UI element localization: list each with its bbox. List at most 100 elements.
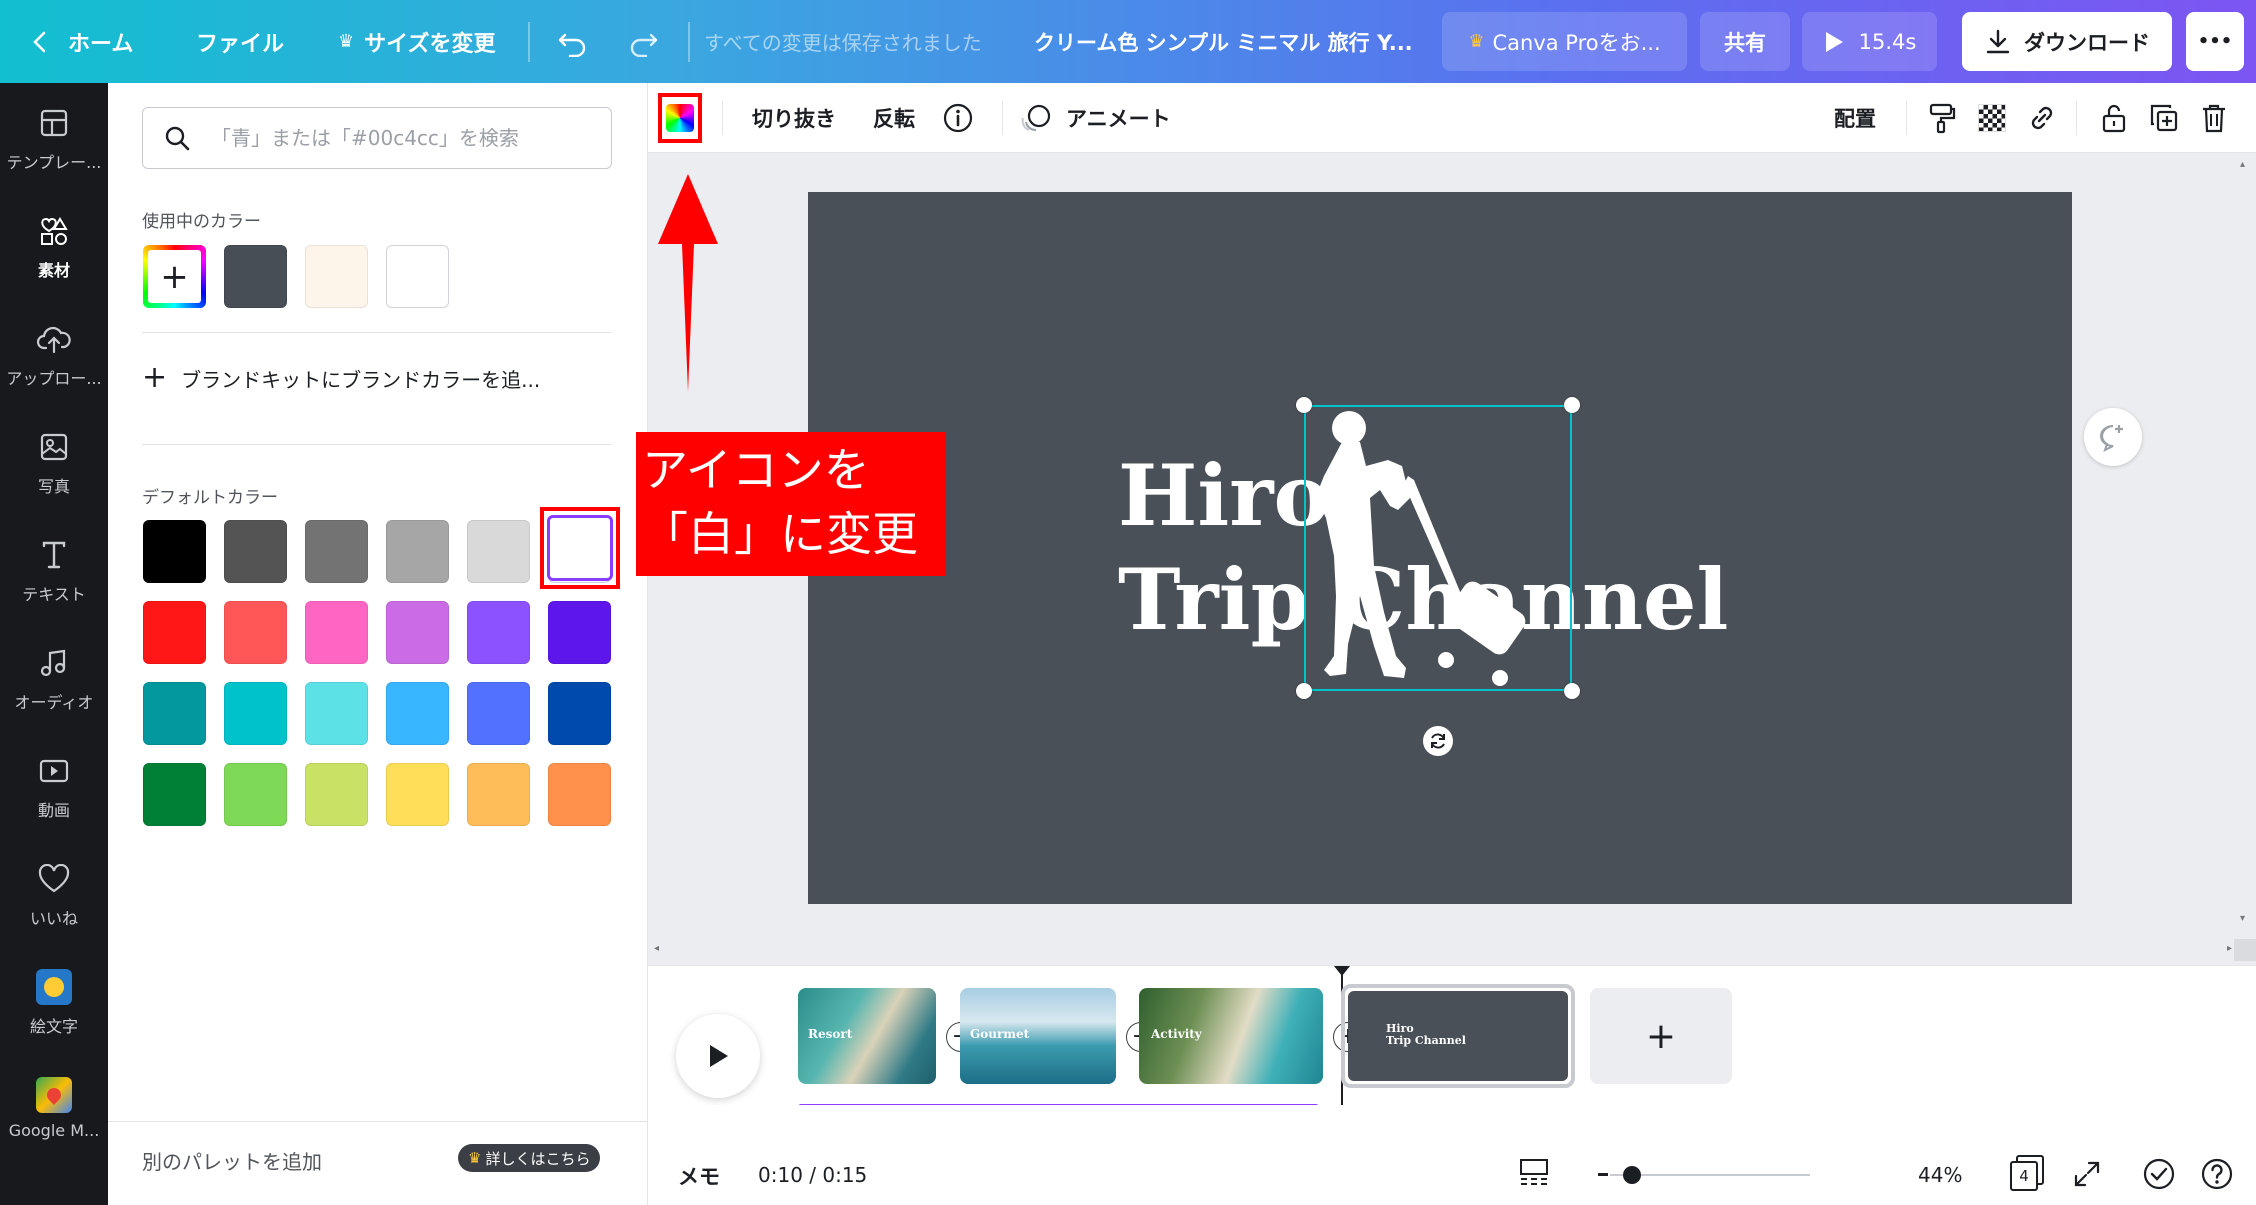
rail-item-elements[interactable]: 素材 xyxy=(0,191,108,291)
help-button[interactable] xyxy=(2200,1157,2234,1191)
in-use-color-swatch[interactable] xyxy=(305,245,368,308)
scroll-corner xyxy=(2234,939,2256,961)
position-button[interactable]: 配置 xyxy=(1834,83,1876,153)
document-title[interactable]: クリーム色 シンプル ミニマル 旅行 Y... xyxy=(1034,0,1413,83)
delete-button[interactable] xyxy=(2196,100,2232,136)
notes-button[interactable]: メモ xyxy=(678,1161,720,1191)
default-color-swatch[interactable] xyxy=(143,682,206,745)
timeline-page-3[interactable]: Activity xyxy=(1139,988,1323,1084)
color-search-input[interactable] xyxy=(209,125,589,151)
default-color-swatch[interactable] xyxy=(386,682,449,745)
default-color-swatch[interactable] xyxy=(305,682,368,745)
rail-item-videos[interactable]: 動画 xyxy=(0,731,108,831)
check-circle-icon xyxy=(2143,1158,2175,1190)
scroll-up-arrow[interactable]: ▴ xyxy=(2240,159,2250,170)
animate-button[interactable]: アニメート xyxy=(1018,83,1171,153)
page-count-button[interactable]: 4 xyxy=(2010,1155,2044,1191)
time-display: 0:10 / 0:15 xyxy=(758,1163,868,1187)
default-color-swatch[interactable] xyxy=(548,763,611,826)
fullscreen-button[interactable] xyxy=(2072,1159,2102,1189)
rotate-icon xyxy=(1431,733,1445,749)
default-color-swatch[interactable] xyxy=(224,520,287,583)
default-color-swatch[interactable] xyxy=(224,682,287,745)
info-button[interactable] xyxy=(940,100,976,136)
link-icon xyxy=(2031,106,2053,130)
transparency-button[interactable] xyxy=(1974,100,2010,136)
resize-handle[interactable] xyxy=(1296,683,1312,699)
check-button[interactable] xyxy=(2142,1157,2176,1191)
default-color-swatch[interactable] xyxy=(305,601,368,664)
file-menu[interactable]: ファイル xyxy=(196,0,284,83)
scroll-right-arrow[interactable]: ▸ xyxy=(2227,943,2232,954)
undo-button[interactable] xyxy=(556,0,590,83)
default-color-swatch[interactable] xyxy=(548,682,611,745)
add-palette-button[interactable]: 別のパレットを追加 xyxy=(142,1146,322,1175)
timeline-page-2[interactable]: Gourmet xyxy=(960,988,1116,1084)
add-brand-color-button[interactable]: + ブランドキットにブランドカラーを追... xyxy=(142,358,540,398)
rotate-handle[interactable] xyxy=(1423,726,1453,756)
link-button[interactable] xyxy=(2024,100,2060,136)
download-button[interactable]: ダウンロード xyxy=(1962,12,2172,71)
timeline-play-button[interactable] xyxy=(676,1014,760,1098)
learn-more-badge[interactable]: ♛ 詳しくはこちら xyxy=(458,1144,601,1172)
add-comment-button[interactable] xyxy=(2084,408,2142,466)
grid-view-button[interactable] xyxy=(1518,1157,1550,1187)
rail-item-audio[interactable]: オーディオ xyxy=(0,623,108,723)
default-color-swatch[interactable] xyxy=(548,601,611,664)
timeline-page-4-selected[interactable]: Hiro Trip Channel xyxy=(1341,984,1575,1088)
default-color-swatch[interactable] xyxy=(467,763,530,826)
share-button[interactable]: 共有 xyxy=(1700,12,1790,71)
canva-pro-button[interactable]: ♛ Canva Proをお... xyxy=(1442,12,1687,71)
zoom-level[interactable]: 44% xyxy=(1918,1163,1962,1187)
redo-button[interactable] xyxy=(626,0,660,83)
default-color-swatch[interactable] xyxy=(305,763,368,826)
default-color-swatch[interactable] xyxy=(386,520,449,583)
redo-icon xyxy=(630,33,658,57)
default-color-swatch[interactable] xyxy=(467,520,530,583)
rail-item-likes[interactable]: いいね xyxy=(0,839,108,939)
default-color-swatch[interactable] xyxy=(224,601,287,664)
in-use-color-swatch[interactable] xyxy=(386,245,449,308)
play-button[interactable]: 15.4s xyxy=(1802,12,1937,71)
rail-item-google-maps[interactable]: Google M... xyxy=(0,1055,108,1155)
default-color-swatch[interactable] xyxy=(467,601,530,664)
default-color-swatch[interactable] xyxy=(386,763,449,826)
resize-handle[interactable] xyxy=(1564,397,1580,413)
rail-item-templates[interactable]: テンプレー... xyxy=(0,83,108,183)
crown-icon: ♛ xyxy=(1468,31,1485,52)
default-color-swatch[interactable] xyxy=(467,682,530,745)
home-button[interactable]: ホーム xyxy=(30,0,133,83)
in-use-color-swatch[interactable] xyxy=(224,245,287,308)
rail-label: Google M... xyxy=(8,1121,100,1140)
scroll-down-arrow[interactable]: ▾ xyxy=(2240,913,2250,924)
more-button[interactable]: ••• xyxy=(2186,12,2244,71)
default-color-swatch[interactable] xyxy=(143,520,206,583)
resize-handle[interactable] xyxy=(1564,683,1580,699)
rail-item-emoji[interactable]: 絵文字 xyxy=(0,947,108,1047)
add-page-button[interactable]: + xyxy=(1590,988,1732,1084)
copy-style-button[interactable] xyxy=(1924,100,1960,136)
rail-item-uploads[interactable]: アップロー... xyxy=(0,299,108,399)
flip-button[interactable]: 反転 xyxy=(873,83,915,153)
zoom-slider-thumb[interactable] xyxy=(1622,1166,1641,1184)
resize-handle[interactable] xyxy=(1296,397,1312,413)
color-search[interactable] xyxy=(142,107,612,169)
rail-item-text[interactable]: テキスト xyxy=(0,515,108,615)
lock-button[interactable] xyxy=(2096,100,2132,136)
add-color-button[interactable]: + xyxy=(143,245,206,308)
rail-item-photos[interactable]: 写真 xyxy=(0,407,108,507)
default-color-swatch[interactable] xyxy=(143,763,206,826)
zoom-out-button[interactable] xyxy=(1598,1173,1608,1176)
default-color-swatch[interactable] xyxy=(386,601,449,664)
duplicate-button[interactable] xyxy=(2146,100,2182,136)
scroll-left-arrow[interactable]: ◂ xyxy=(654,943,659,954)
crop-button[interactable]: 切り抜き xyxy=(752,83,836,153)
default-color-swatch[interactable] xyxy=(224,763,287,826)
default-color-swatch[interactable] xyxy=(143,601,206,664)
resize-button[interactable]: ♛ サイズを変更 xyxy=(338,0,495,83)
design-slide[interactable]: Hiro Trip Channel xyxy=(808,192,2072,904)
slide-title-line-1[interactable]: Hiro xyxy=(1118,454,1330,538)
color-picker-button[interactable] xyxy=(658,93,702,143)
timeline-page-1[interactable]: Resort xyxy=(798,988,936,1084)
default-color-swatch[interactable] xyxy=(305,520,368,583)
